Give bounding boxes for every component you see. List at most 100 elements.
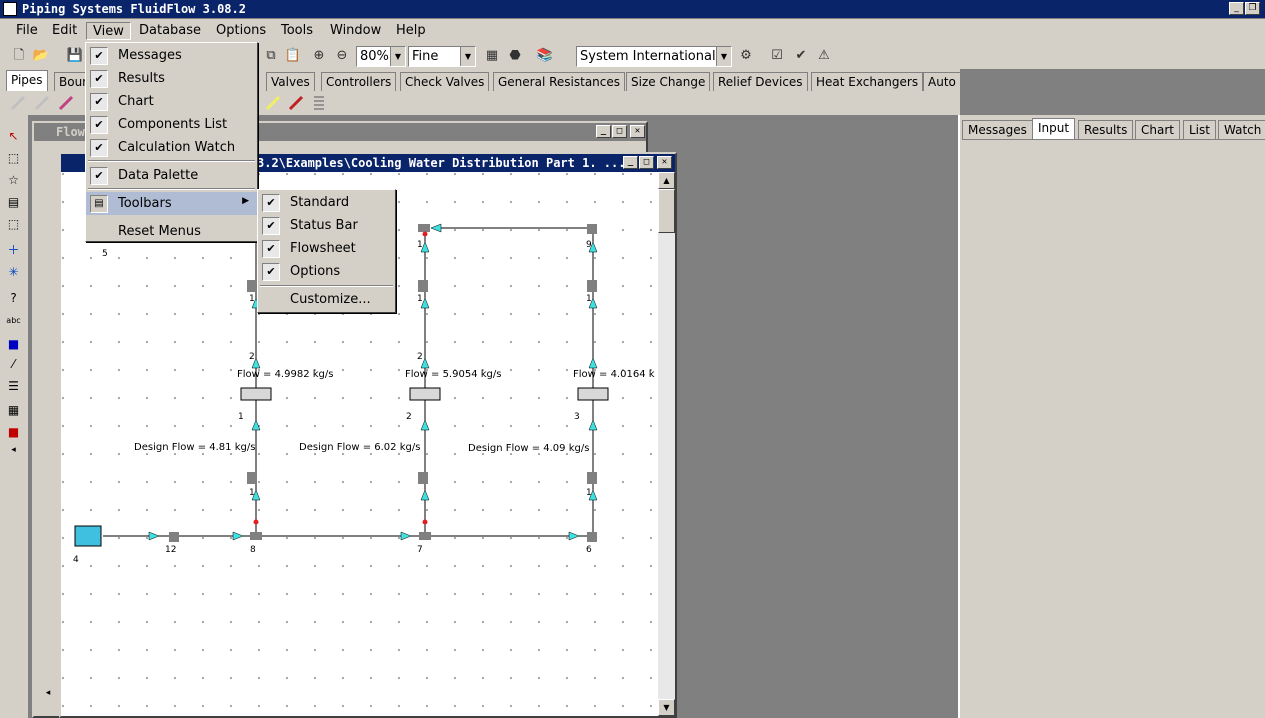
- menu-database[interactable]: Database: [133, 22, 207, 40]
- tab-results[interactable]: Results: [1078, 120, 1134, 139]
- zoom-value: 80%: [360, 49, 389, 64]
- menu-item-results[interactable]: ✔ Results: [86, 67, 257, 90]
- elbow: [587, 532, 597, 542]
- asterisk-icon[interactable]: ✳: [4, 263, 23, 282]
- menu-item-data-palette[interactable]: ✔ Data Palette: [86, 164, 257, 187]
- help-icon[interactable]: ?: [4, 289, 23, 308]
- flow-label: Flow = 5.9054 kg/s: [405, 369, 502, 380]
- warning-icon[interactable]: ⚠: [815, 47, 833, 65]
- menu-item-calculation-watch[interactable]: ✔ Calculation Watch: [86, 136, 257, 159]
- layer-icon[interactable]: ■: [4, 335, 23, 354]
- pointer-icon[interactable]: ↖: [4, 127, 23, 146]
- network-icon[interactable]: ⚙: [737, 47, 755, 65]
- minimize-button[interactable]: _: [1229, 2, 1244, 15]
- vertical-scrollbar[interactable]: ▲ ▼: [658, 172, 675, 716]
- tab-input[interactable]: Input: [1032, 118, 1076, 139]
- scroll-thumb[interactable]: [658, 189, 675, 233]
- tab-watch[interactable]: Watch: [1218, 120, 1265, 139]
- line-style-icon[interactable]: ☰: [4, 377, 23, 396]
- node-label: 4: [73, 555, 79, 565]
- zoom-select[interactable]: 80% ▼: [356, 46, 406, 67]
- scroll-left-icon[interactable]: ◂: [34, 683, 62, 703]
- tab-chart[interactable]: Chart: [1135, 120, 1180, 139]
- database-icon[interactable]: 📚: [536, 47, 554, 65]
- minimize-button[interactable]: _: [623, 156, 638, 169]
- check-icon[interactable]: ✔: [792, 47, 810, 65]
- design-flow-label: Design Flow = 4.81 kg/s: [134, 442, 256, 453]
- menu-item-customize[interactable]: Customize...: [258, 288, 395, 311]
- calculator-icon[interactable]: ▦: [483, 47, 501, 65]
- units-value: System International: [580, 49, 716, 64]
- check-icon: ✔: [262, 194, 280, 212]
- node-label: 3: [574, 412, 580, 422]
- minimize-button[interactable]: _: [596, 125, 611, 138]
- cross-icon[interactable]: ＋: [4, 241, 23, 260]
- open-folder-icon[interactable]: 📂: [32, 47, 50, 65]
- units-select[interactable]: System International ▼: [576, 46, 732, 67]
- pipe-tool-icon: [10, 95, 26, 111]
- menu-tools[interactable]: Tools: [275, 22, 319, 40]
- check-icon: ✔: [90, 70, 108, 88]
- text-label-icon[interactable]: abc: [4, 311, 23, 330]
- menu-item-components-list[interactable]: ✔ Components List: [86, 113, 257, 136]
- close-button[interactable]: ✕: [630, 125, 645, 138]
- text-box-icon[interactable]: ▤: [4, 193, 23, 212]
- menu-edit[interactable]: Edit: [46, 22, 83, 40]
- menu-item-reset-menus[interactable]: Reset Menus: [86, 220, 257, 243]
- node-label: 1: [417, 240, 423, 250]
- tab-list[interactable]: List: [1183, 120, 1216, 139]
- tab-messages[interactable]: Messages: [962, 120, 1033, 139]
- save-icon[interactable]: 💾: [66, 47, 84, 65]
- zoom-out-icon[interactable]: ⊖: [333, 47, 351, 65]
- tee: [419, 532, 431, 540]
- paste-icon[interactable]: 📋: [284, 47, 302, 65]
- stop-icon[interactable]: ⬣: [506, 47, 524, 65]
- zoom-select-icon[interactable]: ⬚: [4, 215, 23, 234]
- maximize-button[interactable]: □: [612, 125, 627, 138]
- tab-check-valves[interactable]: Check Valves: [400, 72, 490, 91]
- menu-item-status-bar[interactable]: ✔ Status Bar: [258, 214, 395, 237]
- menu-help[interactable]: Help: [390, 22, 432, 40]
- tab-relief-devices[interactable]: Relief Devices: [713, 72, 808, 91]
- color-fill-icon[interactable]: ■: [4, 423, 23, 442]
- check-icon: ✔: [262, 217, 280, 235]
- maximize-button[interactable]: □: [639, 156, 654, 169]
- tab-controllers[interactable]: Controllers: [321, 72, 397, 91]
- grid-icon[interactable]: ▦: [4, 401, 23, 420]
- menu-view[interactable]: View: [86, 22, 131, 40]
- copy-icon[interactable]: ⧉: [262, 47, 280, 65]
- scroll-down-icon[interactable]: ▼: [658, 699, 675, 716]
- tab-size-change[interactable]: Size Change: [626, 72, 711, 91]
- menu-item-standard[interactable]: ✔ Standard: [258, 191, 395, 214]
- node-label: 1: [586, 488, 592, 498]
- line-width-icon[interactable]: ⁄: [4, 355, 23, 374]
- tab-general-resistances[interactable]: General Resistances: [493, 72, 626, 91]
- checklist-icon[interactable]: ☑: [768, 47, 786, 65]
- menu-item-options[interactable]: ✔ Options: [258, 260, 395, 283]
- rect-select-icon[interactable]: ⬚: [4, 149, 23, 168]
- tab-pipes[interactable]: Pipes: [6, 70, 48, 91]
- menu-item-toolbars[interactable]: ▤ Toolbars ▶: [86, 192, 257, 215]
- menu-file[interactable]: File: [10, 22, 44, 40]
- close-button[interactable]: ✕: [657, 156, 672, 169]
- scroll-left-icon[interactable]: ◂: [4, 441, 23, 460]
- quality-select[interactable]: Fine ▼: [408, 46, 476, 67]
- menu-item-flowsheet[interactable]: ✔ Flowsheet: [258, 237, 395, 260]
- tab-divider: [962, 139, 1265, 140]
- restore-button[interactable]: ❐: [1245, 2, 1260, 15]
- zoom-in-icon[interactable]: ⊕: [310, 47, 328, 65]
- flexible-pipe-icon: [314, 96, 324, 110]
- menu-item-messages[interactable]: ✔ Messages: [86, 44, 257, 67]
- tab-heat-exchangers[interactable]: Heat Exchangers: [811, 72, 924, 91]
- menu-window[interactable]: Window: [324, 22, 387, 40]
- check-icon: ✔: [262, 263, 280, 281]
- lasso-select-icon[interactable]: ☆: [4, 171, 23, 190]
- menu-separator: [260, 285, 393, 287]
- scroll-up-icon[interactable]: ▲: [658, 172, 675, 189]
- menu-item-chart[interactable]: ✔ Chart: [86, 90, 257, 113]
- new-file-icon[interactable]: 🗋: [10, 47, 28, 65]
- menu-options[interactable]: Options: [210, 22, 272, 40]
- tab-valves[interactable]: Valves: [266, 72, 315, 91]
- node-label: 6: [586, 545, 592, 555]
- tab-auto[interactable]: Auto: [923, 72, 961, 91]
